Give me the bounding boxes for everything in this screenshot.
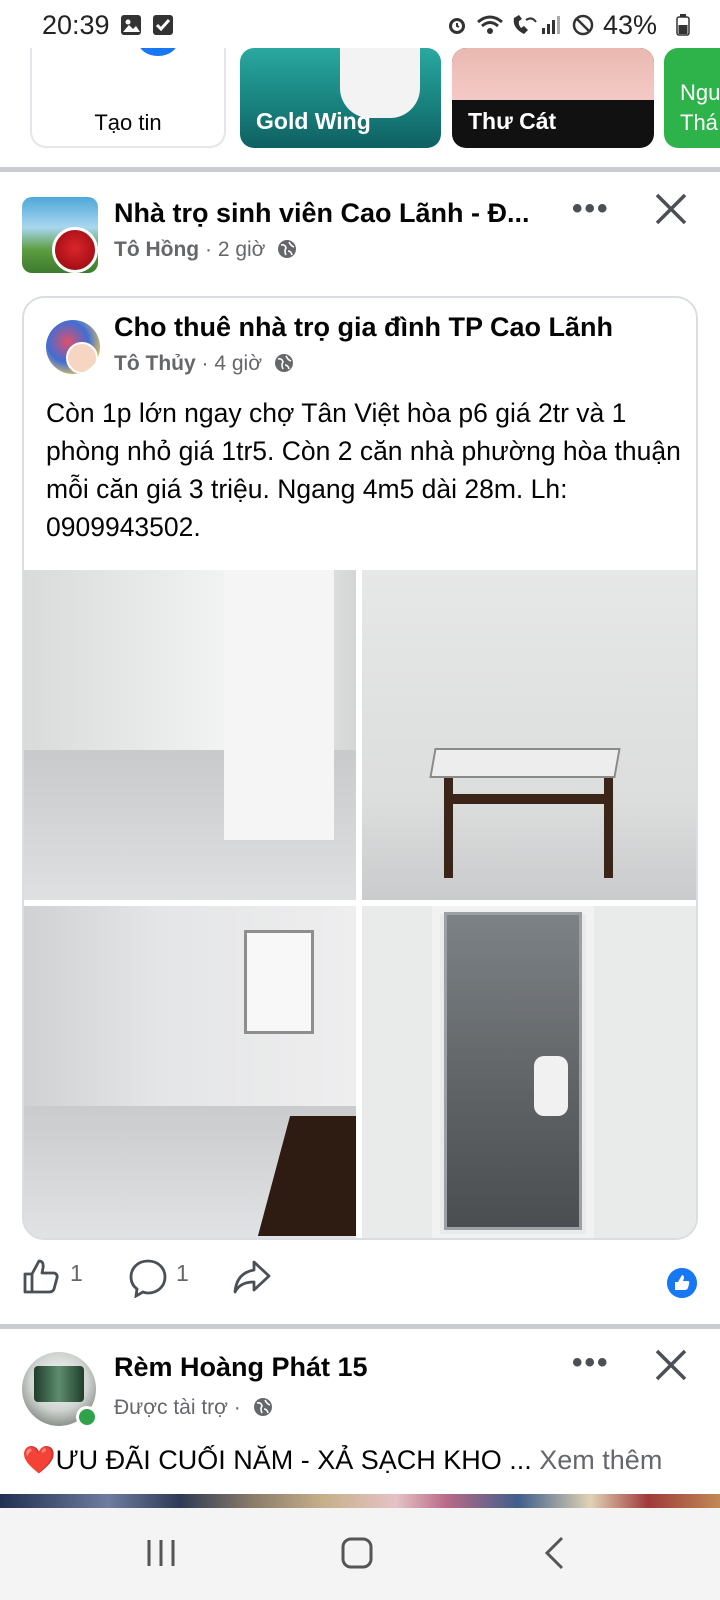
story-label: Thư Cát [468,108,557,134]
more-options-icon[interactable]: ••• [572,192,610,226]
ad-headline: ƯU ĐÃI CUỐI NĂM - XẢ SẠCH KHO ... [55,1445,532,1475]
story-thumbnail [452,48,654,100]
post-actions: 1 1 [0,1258,720,1318]
stories-tray: Tạo tin Gold Wing Thư Cát Ngu Thá [0,48,720,168]
system-nav-bar [0,1508,720,1600]
room-photo[interactable] [24,906,356,1238]
photo-detail [534,1056,568,1116]
story-label: Ngu Thá [680,80,720,135]
story-item[interactable]: Gold Wing [240,48,441,148]
photo-detail [224,570,334,840]
battery-percent: 43% [603,10,658,40]
avatar-image [34,1366,84,1402]
like-reaction-icon[interactable] [667,1268,697,1298]
alarm-icon [449,18,465,34]
room-photo[interactable] [362,906,696,1238]
globe-icon [274,354,293,372]
meta-separator: · [233,1396,241,1419]
meta-separator: · [201,352,209,375]
meta-separator: · [204,238,212,261]
photo-detail [444,778,453,878]
story-label: Tạo tin [94,110,162,135]
share-icon[interactable] [232,1258,272,1296]
online-indicator [76,1406,98,1428]
comment-icon[interactable] [128,1258,168,1298]
wifi-call-icon [513,15,537,34]
author-avatar[interactable] [52,227,98,273]
room-photo[interactable] [24,570,356,900]
photo-detail [448,794,608,804]
more-options-icon[interactable]: ••• [572,1346,610,1380]
battery-icon [676,14,690,36]
ad-image-strip[interactable] [0,1494,720,1508]
ad-text: ❤️ƯU ĐÃI CUỐI NĂM - XẢ SẠCH KHO ... Xem … [22,1444,712,1476]
shared-author-name[interactable]: Tô Thủy [114,352,196,375]
feed-divider [0,167,720,172]
sponsored-label[interactable]: Được tài trợ [114,1396,228,1419]
story-item[interactable]: Thư Cát [452,48,654,148]
globe-icon [253,1398,272,1416]
photo-detail [604,778,613,878]
status-bar: 20:39 43% [0,0,720,52]
comment-count: 1 [176,1260,189,1286]
shared-group-name[interactable]: Cho thuê nhà trọ gia đình TP Cao Lãnh [114,312,613,343]
photo-detail [429,748,621,778]
gallery-icon [121,15,141,35]
shared-post-meta: Tô Thủy · 4 giờ [114,352,294,376]
status-time: 20:39 [42,10,110,40]
post-text: Còn 1p lớn ngay chợ Tân Việt hòa p6 giá … [46,398,681,542]
like-icon[interactable] [22,1258,60,1296]
heart-icon: ❤️ [22,1445,56,1475]
shared-group-avatar[interactable] [46,320,100,374]
wifi-icon [477,15,503,34]
close-icon[interactable] [654,1348,688,1382]
dnd-icon [572,14,594,36]
shared-post-card[interactable]: Cho thuê nhà trọ gia đình TP Cao Lãnh Tô… [22,296,698,1240]
story-create[interactable]: Tạo tin [30,48,226,148]
shared-author-avatar [66,342,98,374]
post-meta: Được tài trợ · [114,1396,273,1420]
room-photo[interactable] [362,570,696,900]
story-item[interactable]: Ngu Thá [664,48,720,148]
group-avatar[interactable] [22,197,98,273]
recent-apps-icon[interactable] [136,1528,186,1578]
globe-icon [278,240,297,258]
post-time[interactable]: 2 giờ [218,238,266,261]
photo-detail [244,930,314,1034]
shared-post-time[interactable]: 4 giờ [214,352,262,375]
signal-icon [542,16,560,34]
post-meta: Tô Hồng · 2 giờ [114,238,297,262]
back-icon[interactable] [530,1528,580,1578]
author-name[interactable]: Tô Hồng [114,238,199,261]
check-icon [153,15,173,35]
story-label: Gold Wing [256,108,371,134]
see-more-link[interactable]: Xem thêm [539,1445,662,1475]
like-count: 1 [70,1260,83,1286]
page-avatar[interactable] [22,1352,98,1428]
plus-icon [138,48,178,56]
photo-grid [24,570,696,1238]
home-icon[interactable] [332,1528,382,1578]
page-name[interactable]: Rèm Hoàng Phát 15 [114,1352,368,1383]
feed-divider [0,1324,720,1329]
close-icon[interactable] [654,192,688,226]
group-name[interactable]: Nhà trọ sinh viên Cao Lãnh - Đ... [114,198,554,229]
